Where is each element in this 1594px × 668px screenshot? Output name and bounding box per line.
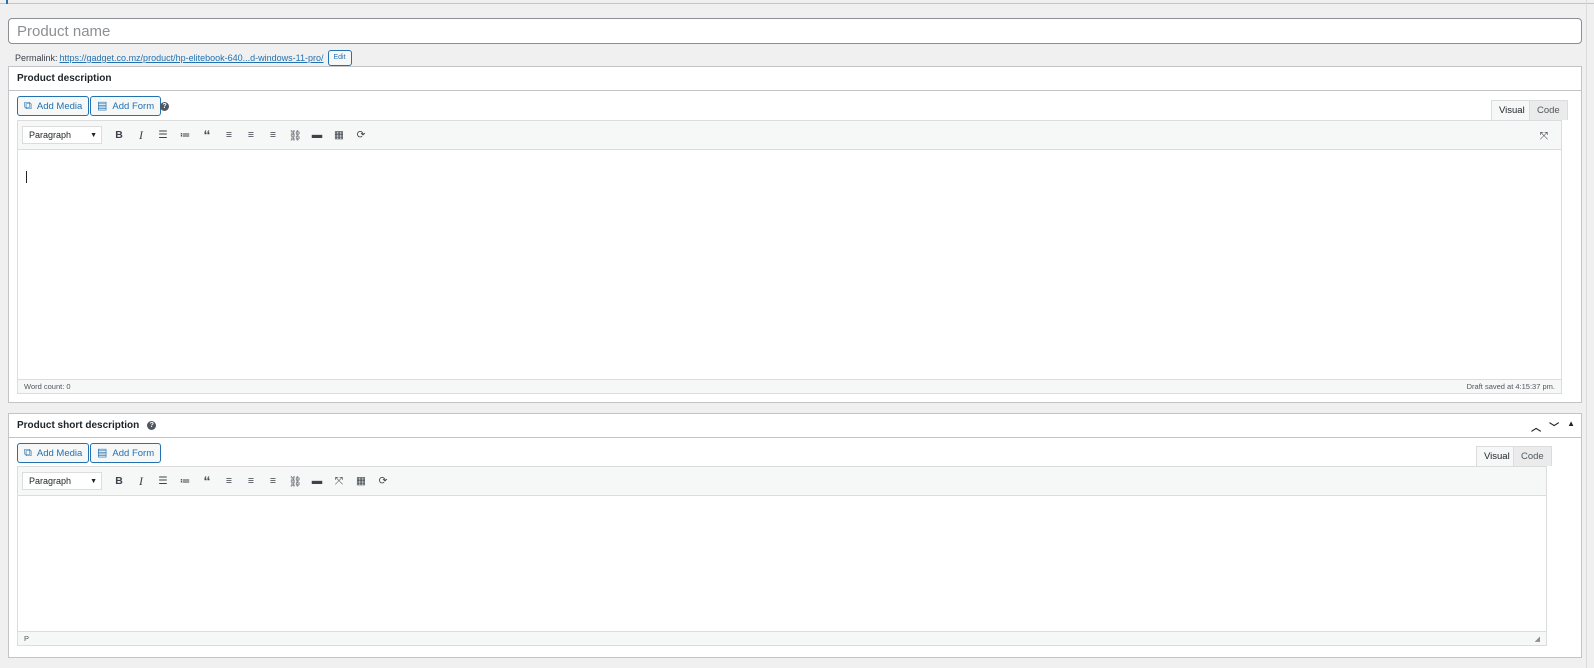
product-description-header: Product description [9,67,1581,91]
fullscreen-icon[interactable]: ⤧ [1533,126,1555,146]
help-icon[interactable]: ? [160,102,169,111]
read-more-icon[interactable]: ▬ [306,125,328,145]
permalink-label: Permalink: [15,53,58,63]
tab-code[interactable]: Code [1529,100,1568,120]
help-icon[interactable]: ? [147,421,157,430]
add-form-button[interactable]: ▤ Add Form [90,96,162,116]
right-edge-line [1586,0,1587,668]
toolbar-toggle-icon[interactable]: ▦ [350,471,372,491]
description-content-area[interactable] [18,151,1561,380]
short-description-title: Product short description [17,420,140,431]
align-center-icon[interactable]: ≡ [240,471,262,491]
align-left-icon[interactable]: ≡ [218,471,240,491]
add-form-label: Add Form [112,447,155,459]
draft-saved-status: Draft saved at 4:15:37 pm. [1466,382,1555,391]
italic-icon[interactable]: I [130,471,152,491]
permalink-link[interactable]: https://gadget.co.mz/product/hp-eliteboo… [60,53,324,63]
read-more-icon[interactable]: ▬ [306,471,328,491]
short-description-editor: Paragraph ▼ B I ☰ ≔ “ ≡ ≡ ≡ ⛓ ▬ ⤧ ▦ ⟳ P … [17,466,1547,646]
add-media-button[interactable]: ⧉ Add Media [17,96,90,116]
chevron-down-icon: ▼ [90,477,97,485]
postbox-controls: ︿ ﹀ ▲ [1531,419,1575,434]
align-right-icon[interactable]: ≡ [262,471,284,491]
refresh-icon[interactable]: ⟳ [372,471,394,491]
bold-icon[interactable]: B [108,471,130,491]
permalink-edit-button[interactable]: Edit [327,50,352,66]
format-select[interactable]: Paragraph ▼ [22,126,102,144]
collapse-icon[interactable]: ▲ [1567,419,1575,434]
text-cursor [26,171,27,183]
blockquote-icon[interactable]: “ [196,471,218,491]
short-description-content-area[interactable] [18,497,1546,632]
bullet-list-icon[interactable]: ☰ [152,125,174,145]
media-icon: ⧉ [24,446,32,459]
editor-toolbar: Paragraph ▼ B I ☰ ≔ “ ≡ ≡ ≡ ⛓ ▬ ⤧ ▦ ⟳ [18,467,1546,496]
align-left-icon[interactable]: ≡ [218,125,240,145]
bullet-list-icon[interactable]: ☰ [152,471,174,491]
add-media-button[interactable]: ⧉ Add Media [17,443,90,463]
form-icon: ▤ [97,446,108,459]
element-path: P [24,634,30,643]
bold-icon[interactable]: B [108,125,130,145]
tab-visual[interactable]: Visual [1476,446,1518,466]
permalink-row: Permalink: https://gadget.co.mz/product/… [15,49,352,67]
product-description-box: Product description ⧉ Add Media ▤ Add Fo… [8,66,1582,403]
product-description-title: Product description [17,73,112,84]
product-short-description-box: Product short description ? ︿ ﹀ ▲ ⧉ Add … [8,413,1582,658]
align-center-icon[interactable]: ≡ [240,125,262,145]
description-status-bar: Word count: 0 Draft saved at 4:15:37 pm. [18,379,1561,393]
move-up-icon[interactable]: ︿ [1531,419,1541,434]
format-select-value: Paragraph [29,130,72,140]
top-accent [6,0,8,4]
link-icon[interactable]: ⛓ [284,471,306,491]
numbered-list-icon[interactable]: ≔ [174,471,196,491]
numbered-list-icon[interactable]: ≔ [174,125,196,145]
chevron-down-icon: ▼ [90,131,97,139]
add-form-label: Add Form [112,100,155,112]
editor-toolbar: Paragraph ▼ B I ☰ ≔ “ ≡ ≡ ≡ ⛓ ▬ ▦ ⟳ ⤧ [18,121,1561,150]
toolbar-toggle-icon[interactable]: ▦ [328,125,350,145]
refresh-icon[interactable]: ⟳ [350,125,372,145]
fullscreen-icon[interactable]: ⤧ [328,471,350,491]
media-icon: ⧉ [24,99,32,112]
add-media-label: Add Media [36,100,83,112]
top-strip [0,0,1594,4]
format-select-value: Paragraph [29,476,72,486]
blockquote-icon[interactable]: “ [196,125,218,145]
add-form-button[interactable]: ▤ Add Form [90,443,162,463]
link-icon[interactable]: ⛓ [284,125,306,145]
italic-icon[interactable]: I [130,125,152,145]
add-media-label: Add Media [36,447,83,459]
move-down-icon[interactable]: ﹀ [1549,419,1559,434]
format-select[interactable]: Paragraph ▼ [22,472,102,490]
tab-visual[interactable]: Visual [1491,100,1533,120]
tab-code[interactable]: Code [1513,446,1552,466]
align-right-icon[interactable]: ≡ [262,125,284,145]
short-description-status-bar: P ◢ [18,631,1546,645]
word-count: Word count: 0 [24,382,71,391]
product-name-input[interactable] [8,18,1582,44]
resize-handle-icon[interactable]: ◢ [1535,635,1540,643]
form-icon: ▤ [97,99,108,112]
description-editor: Paragraph ▼ B I ☰ ≔ “ ≡ ≡ ≡ ⛓ ▬ ▦ ⟳ ⤧ Wo… [17,120,1562,394]
short-description-header: Product short description ? ︿ ﹀ ▲ [9,414,1581,438]
